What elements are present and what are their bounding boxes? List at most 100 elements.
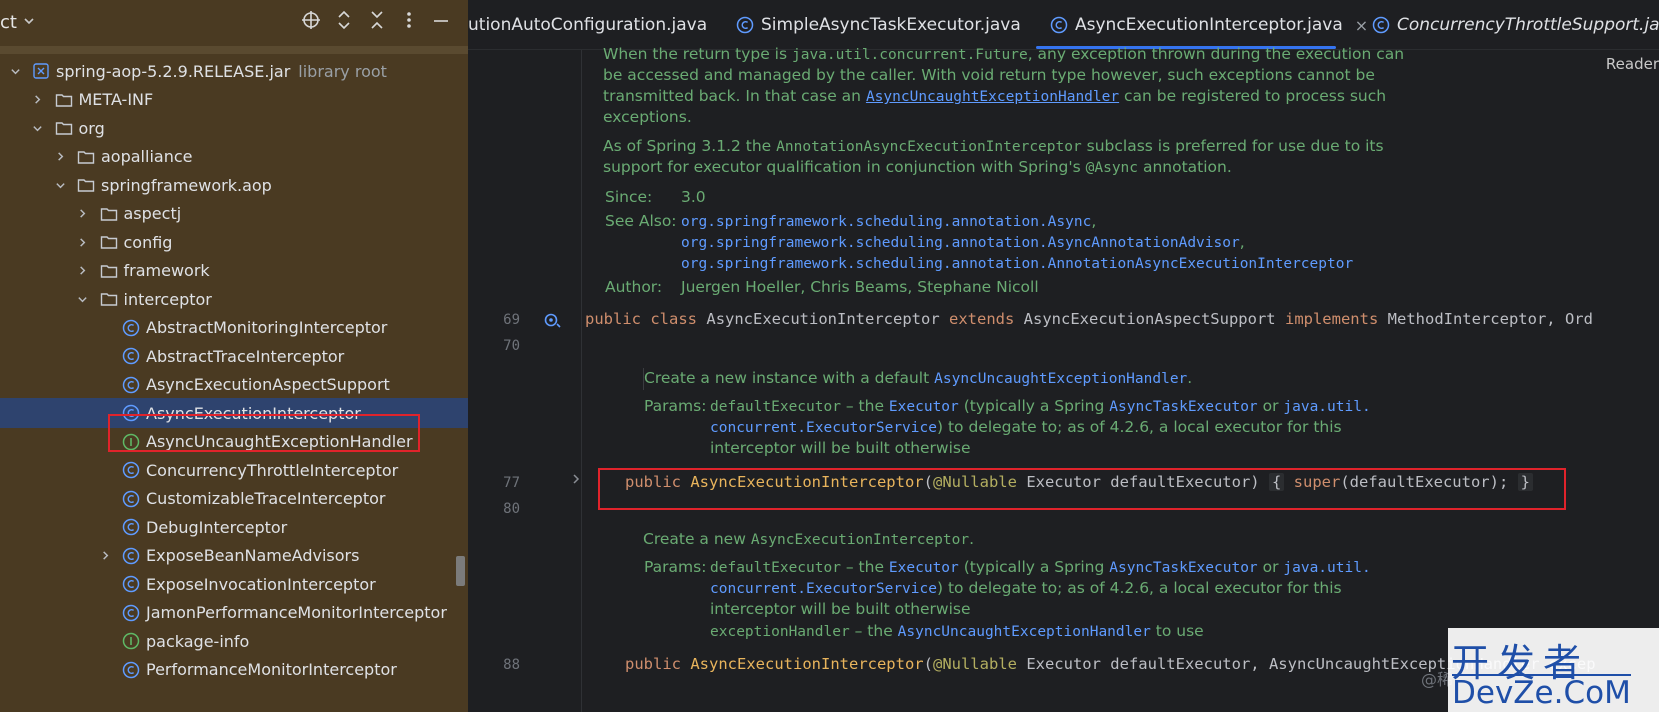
tree-item-label: aspectj: [123, 204, 182, 223]
chevron-right-icon[interactable]: [76, 264, 90, 278]
doc-ref[interactable]: Executor: [889, 399, 959, 415]
tree-item-framework[interactable]: framework: [0, 256, 468, 286]
tree-item-label: org: [78, 118, 105, 138]
javadoc-since: Since: 3.0: [605, 187, 706, 208]
doc-text: or: [1257, 558, 1284, 576]
tree-item-suffix: library root: [298, 61, 387, 81]
javadoc-params: Params: defaultExecutor – the Executor (t…: [644, 396, 1371, 418]
chevron-down-icon[interactable]: [8, 64, 22, 78]
doc-tag-label: Params:: [644, 397, 707, 415]
tree-item-debuginterceptor[interactable]: DebugInterceptor: [0, 512, 468, 542]
folder-icon: [100, 290, 118, 308]
doc-code: java.util.concurrent.Future: [791, 47, 1028, 63]
implementation-gutter-icon[interactable]: [543, 311, 563, 331]
close-tab-icon[interactable]: ×: [1355, 16, 1368, 35]
doc-ref[interactable]: AsyncTaskExecutor: [1109, 399, 1257, 415]
collapse-all-icon[interactable]: [364, 10, 390, 38]
code-line-69: public class AsyncExecutionInterceptor e…: [585, 310, 1593, 328]
tree-item-jamonperformancemonitorinterceptor[interactable]: JamonPerformanceMonitorInterceptor: [0, 598, 468, 628]
tree-item-abstracttraceinterceptor[interactable]: AbstractTraceInterceptor: [0, 341, 468, 371]
javadoc-see-also: org.springframework.scheduling.annotatio…: [681, 253, 1353, 275]
reader-mode-toggle[interactable]: Reader: [1606, 55, 1659, 73]
tree-item-spring-aop-5-2-9-release-jar[interactable]: spring-aop-5.2.9.RELEASE.jar library root: [0, 56, 468, 86]
gutter-divider: [581, 50, 582, 712]
constructor-name: AsyncExecutionInterceptor: [690, 655, 924, 673]
tree-item-asyncexecutionaspectsupport[interactable]: AsyncExecutionAspectSupport: [0, 370, 468, 400]
tree-item-package-info[interactable]: package-info: [0, 626, 468, 656]
chevron-right-icon[interactable]: [76, 207, 90, 221]
paren: (: [923, 473, 933, 491]
tree-item-performancemonitorinterceptor[interactable]: PerformanceMonitorInterceptor: [0, 655, 468, 685]
tree-item-meta-inf[interactable]: META-INF: [0, 85, 468, 115]
project-view-selector[interactable]: ct: [0, 12, 35, 33]
chevron-down-icon[interactable]: [76, 292, 90, 306]
tree-item-label: AbstractMonitoringInterceptor: [146, 318, 388, 337]
tree-item-label: aopalliance: [101, 147, 193, 166]
doc-text: transmitted back. In that case an: [603, 87, 866, 105]
chevron-right-icon[interactable]: [98, 549, 112, 563]
doc-ref[interactable]: AsyncTaskExecutor: [1109, 560, 1257, 576]
doc-ref[interactable]: java.util.: [1283, 560, 1370, 576]
doc-text: or: [1257, 397, 1284, 415]
doc-ref[interactable]: concurrent.ExecutorService: [710, 581, 937, 597]
tree-item-asyncuncaughtexceptionhandler[interactable]: AsyncUncaughtExceptionHandler: [0, 427, 468, 457]
chevron-down-icon[interactable]: [53, 178, 67, 192]
doc-tag-value: Juergen Hoeller, Chris Beams, Stephane N…: [681, 278, 1039, 296]
code-editor[interactable]: Reader When the return type is java.util…: [468, 45, 1659, 712]
see-link-async[interactable]: org.springframework.scheduling.annotatio…: [681, 214, 1091, 230]
tab-simple-async-task-executor[interactable]: SimpleAsyncTaskExecutor.java: [736, 0, 1021, 50]
chevron-right-icon[interactable]: [31, 93, 45, 107]
doc-ref[interactable]: java.util.: [1283, 399, 1370, 415]
annotation: @Nullable: [932, 655, 1017, 673]
doc-ref[interactable]: AsyncUncaughtExceptionHandler: [934, 371, 1187, 387]
chevron-down-icon[interactable]: [31, 121, 45, 135]
keyword: implements: [1284, 310, 1379, 328]
class-icon: [122, 404, 140, 422]
tree-item-interceptor[interactable]: interceptor: [0, 284, 468, 314]
tree-item-aspectj[interactable]: aspectj: [0, 199, 468, 229]
hide-panel-icon[interactable]: [428, 10, 454, 38]
tree-item-springframework-aop[interactable]: springframework.aop: [0, 170, 468, 200]
doc-ref[interactable]: AsyncUncaughtExceptionHandler: [898, 624, 1151, 640]
tree-item-label: springframework.aop: [101, 175, 272, 195]
doc-tag-label: Author:: [605, 278, 663, 296]
tree-item-org[interactable]: org: [0, 113, 468, 143]
tree-item-label: config: [123, 232, 173, 252]
folded-brace[interactable]: }: [1517, 473, 1533, 491]
see-link-async-annotation-advisor[interactable]: org.springframework.scheduling.annotatio…: [681, 235, 1240, 251]
chevron-right-icon[interactable]: [53, 150, 67, 164]
folded-brace[interactable]: {: [1268, 473, 1285, 491]
watermark-subtitle: DevZe.CoM: [1452, 674, 1631, 711]
tree-item-customizabletraceinterceptor[interactable]: CustomizableTraceInterceptor: [0, 484, 468, 514]
tree-item-abstractmonitoringinterceptor[interactable]: AbstractMonitoringInterceptor: [0, 313, 468, 343]
locate-icon[interactable]: [298, 10, 324, 38]
see-link-annotation-async-execution-interceptor[interactable]: org.springframework.scheduling.annotatio…: [681, 256, 1353, 272]
class-icon: [122, 461, 140, 479]
project-scrollbar[interactable]: [456, 556, 465, 586]
tree-item-label: CustomizableTraceInterceptor: [146, 489, 386, 508]
doc-text: As of Spring 3.1.2 the: [603, 137, 777, 155]
tab-async-execution-interceptor[interactable]: AsyncExecutionInterceptor.java ×: [1050, 0, 1368, 50]
doc-text: – the: [840, 558, 889, 576]
chevron-right-icon[interactable]: [76, 235, 90, 249]
paren: (: [923, 655, 933, 673]
tree-item-exposeinvocationinterceptor[interactable]: ExposeInvocationInterceptor: [0, 569, 468, 599]
doc-text: Create a new: [643, 530, 751, 548]
tree-item-aopalliance[interactable]: aopalliance: [0, 142, 468, 172]
doc-link-async-uncaught-exception-handler[interactable]: AsyncUncaughtExceptionHandler: [866, 89, 1119, 105]
doc-text: When the return type is: [603, 45, 792, 63]
doc-ref[interactable]: concurrent.ExecutorService: [710, 420, 937, 436]
tree-item-exposebeannameadvisors[interactable]: ExposeBeanNameAdvisors: [0, 541, 468, 571]
doc-ref[interactable]: Executor: [889, 560, 959, 576]
line-number: 70: [503, 338, 520, 354]
more-options-icon[interactable]: [396, 10, 422, 38]
tree-item-config[interactable]: config: [0, 227, 468, 257]
keyword: public: [585, 310, 641, 328]
tree-item-asyncexecutioninterceptor[interactable]: AsyncExecutionInterceptor: [0, 398, 468, 428]
editor-tabs: utionAutoConfiguration.java SimpleAsyncT…: [468, 0, 1659, 50]
chevron-right-icon[interactable]: [571, 473, 581, 489]
expand-all-icon[interactable]: [331, 10, 357, 38]
tree-item-concurrencythrottleinterceptor[interactable]: ConcurrencyThrottleInterceptor: [0, 455, 468, 485]
tab-concurrency-throttle-support[interactable]: ConcurrencyThrottleSupport.java: [1372, 0, 1659, 50]
tab-execution-auto-configuration[interactable]: utionAutoConfiguration.java: [468, 0, 707, 50]
